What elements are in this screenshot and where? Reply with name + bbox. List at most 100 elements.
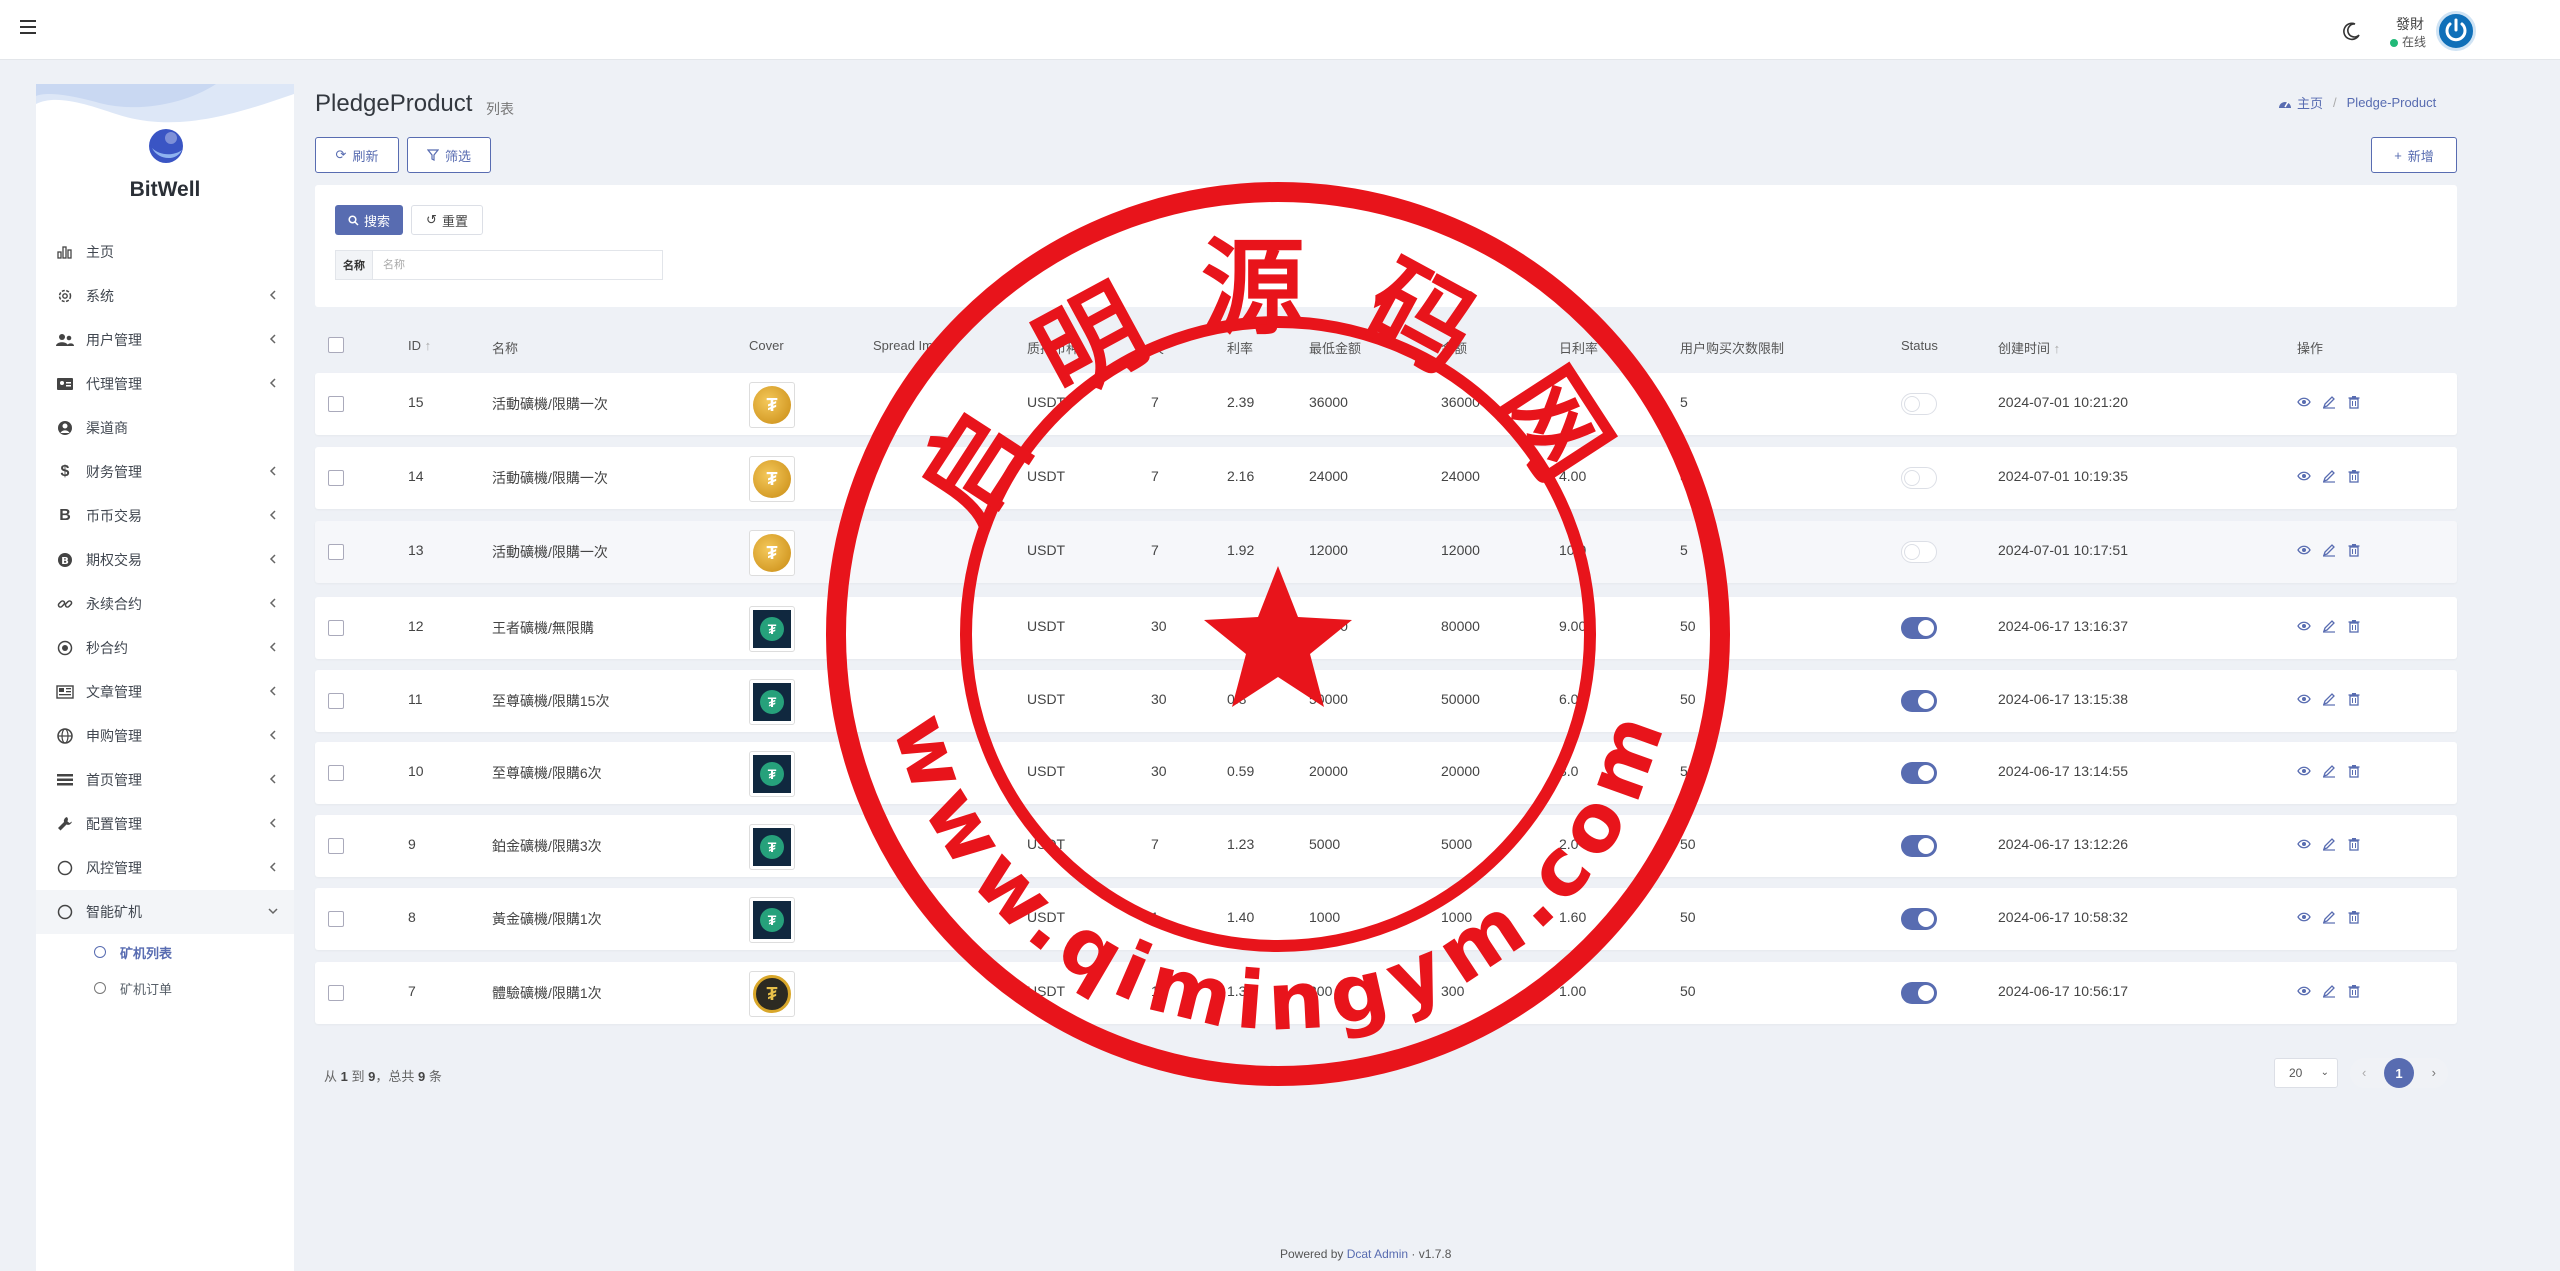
cover-image[interactable]: ₮ [749, 606, 795, 652]
row-checkbox[interactable] [328, 396, 344, 412]
status-toggle[interactable] [1901, 617, 1937, 639]
edit-icon[interactable] [2322, 764, 2336, 778]
eye-icon[interactable] [2297, 469, 2311, 483]
status-toggle[interactable] [1901, 541, 1937, 563]
edit-icon[interactable] [2322, 395, 2336, 409]
status-toggle[interactable] [1901, 835, 1937, 857]
cover-image[interactable]: ₮ [749, 456, 795, 502]
edit-icon[interactable] [2322, 837, 2336, 851]
status-toggle[interactable] [1901, 690, 1937, 712]
avatar[interactable] [2436, 11, 2476, 51]
cover-image[interactable]: ₮ [749, 897, 795, 943]
page-current[interactable]: 1 [2384, 1058, 2414, 1088]
sidebar-item-9[interactable]: 秒合约 [36, 626, 294, 670]
edit-icon[interactable] [2322, 619, 2336, 633]
trash-icon[interactable] [2347, 764, 2361, 778]
sidebar-item-11[interactable]: 申购管理 [36, 714, 294, 758]
edit-icon[interactable] [2322, 984, 2336, 998]
sidebar-item-6[interactable]: B 币币交易 [36, 494, 294, 538]
row-checkbox[interactable] [328, 985, 344, 1001]
menu-toggle-icon[interactable] [20, 20, 36, 34]
row-checkbox[interactable] [328, 911, 344, 927]
sidebar-item-5[interactable]: $ 财务管理 [36, 450, 294, 494]
edit-icon[interactable] [2322, 543, 2336, 557]
sidebar-item-7[interactable]: B 期权交易 [36, 538, 294, 582]
select-all-checkbox[interactable] [328, 337, 344, 353]
sidebar-item-2[interactable]: 用户管理 [36, 318, 294, 362]
edit-icon[interactable] [2322, 910, 2336, 924]
sidebar-subitem-1[interactable]: 矿机订单 [36, 970, 294, 1006]
pagination: ‹ 1 › [2350, 1058, 2448, 1088]
row-checkbox[interactable] [328, 838, 344, 854]
cover-image[interactable]: ₮ [749, 751, 795, 797]
reset-button[interactable]: ↺ 重置 [411, 205, 483, 235]
trash-icon[interactable] [2347, 543, 2361, 557]
trash-icon[interactable] [2347, 837, 2361, 851]
cover-image[interactable]: ₮ [749, 382, 795, 428]
next-page-icon[interactable]: › [2432, 1065, 2436, 1080]
sort-icon[interactable]: ↑ [2054, 341, 2061, 356]
tether-coin-icon: ₮ [753, 683, 791, 721]
eye-icon[interactable] [2297, 837, 2311, 851]
header-created[interactable]: 创建时间 ↑ [1998, 338, 2060, 357]
trash-icon[interactable] [2347, 395, 2361, 409]
edit-icon[interactable] [2322, 692, 2336, 706]
status-toggle[interactable] [1901, 393, 1937, 415]
refresh-button[interactable]: ⟳ 刷新 [315, 137, 399, 173]
status-toggle[interactable] [1901, 908, 1937, 930]
cover-image[interactable]: ₮ [749, 679, 795, 725]
sidebar-item-8[interactable]: 永续合约 [36, 582, 294, 626]
sidebar-item-1[interactable]: 系统 [36, 274, 294, 318]
user-name[interactable]: 發財 [2396, 14, 2424, 34]
moon-icon[interactable] [2342, 21, 2362, 41]
row-checkbox[interactable] [328, 470, 344, 486]
sidebar-item-12[interactable]: 首页管理 [36, 758, 294, 802]
header-id[interactable]: ID ↑ [408, 338, 431, 353]
breadcrumb-home[interactable]: 主页 [2297, 93, 2323, 112]
eye-icon[interactable] [2297, 395, 2311, 409]
cell-limit: 50 [1680, 836, 1696, 852]
eye-icon[interactable] [2297, 619, 2311, 633]
filter-button[interactable]: 筛选 [407, 137, 491, 173]
sidebar-item-3[interactable]: 代理管理 [36, 362, 294, 406]
row-checkbox[interactable] [328, 544, 344, 560]
status-toggle[interactable] [1901, 467, 1937, 489]
sidebar-item-13[interactable]: 配置管理 [36, 802, 294, 846]
sidebar-item-0[interactable]: 主页 [36, 230, 294, 274]
prev-page-icon[interactable]: ‹ [2362, 1065, 2366, 1080]
add-button[interactable]: + 新增 [2371, 137, 2457, 173]
eye-icon[interactable] [2297, 764, 2311, 778]
name-filter-input[interactable]: 名称 [373, 250, 663, 280]
eye-icon[interactable] [2297, 910, 2311, 924]
row-checkbox[interactable] [328, 693, 344, 709]
row-checkbox[interactable] [328, 620, 344, 636]
cell-limit: 50 [1680, 983, 1696, 999]
cell-rate: 1.23 [1227, 836, 1255, 852]
trash-icon[interactable] [2347, 692, 2361, 706]
cover-image[interactable]: ₮ [749, 824, 795, 870]
trash-icon[interactable] [2347, 984, 2361, 998]
sidebar-item-14[interactable]: 风控管理 [36, 846, 294, 890]
sidebar-item-4[interactable]: 渠道商 [36, 406, 294, 450]
trash-icon[interactable] [2347, 469, 2361, 483]
eye-icon[interactable] [2297, 543, 2311, 557]
row-checkbox[interactable] [328, 765, 344, 781]
trash-icon[interactable] [2347, 910, 2361, 924]
trash-icon[interactable] [2347, 619, 2361, 633]
sidebar-item-10[interactable]: 文章管理 [36, 670, 294, 714]
sidebar-item-15[interactable]: 智能矿机 [36, 890, 294, 934]
status-toggle[interactable] [1901, 982, 1937, 1004]
cover-image[interactable]: ₮ [749, 530, 795, 576]
eye-icon[interactable] [2297, 692, 2311, 706]
per-page-select[interactable]: 20 ⌄ [2274, 1058, 2338, 1088]
edit-icon[interactable] [2322, 469, 2336, 483]
status-toggle[interactable] [1901, 762, 1937, 784]
search-button[interactable]: 搜索 [335, 205, 403, 235]
cover-image[interactable]: ₮ [749, 971, 795, 1017]
cell-limit: 50 [1680, 909, 1696, 925]
sort-icon[interactable]: ↑ [425, 338, 432, 353]
footer-link[interactable]: Dcat Admin [1347, 1247, 1408, 1261]
dot-circle-icon [56, 639, 74, 657]
sidebar-subitem-0[interactable]: 矿机列表 [36, 934, 294, 970]
eye-icon[interactable] [2297, 984, 2311, 998]
